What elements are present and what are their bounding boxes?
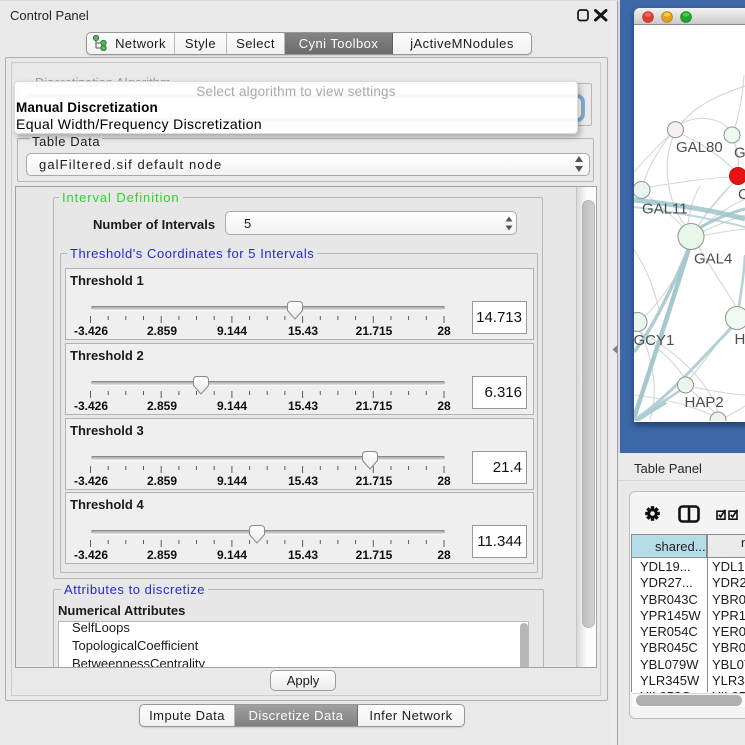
svg-text:CR: CR: [738, 186, 745, 203]
svg-text:GCY1: GCY1: [634, 332, 674, 349]
svg-text:GA: GA: [734, 145, 745, 162]
svg-text:GAL4: GAL4: [694, 251, 732, 268]
svg-text:GAL80: GAL80: [676, 139, 723, 156]
svg-text:HAP2: HAP2: [685, 394, 724, 411]
svg-text:GAL11: GAL11: [642, 201, 688, 218]
svg-text:HA: HA: [735, 331, 745, 348]
